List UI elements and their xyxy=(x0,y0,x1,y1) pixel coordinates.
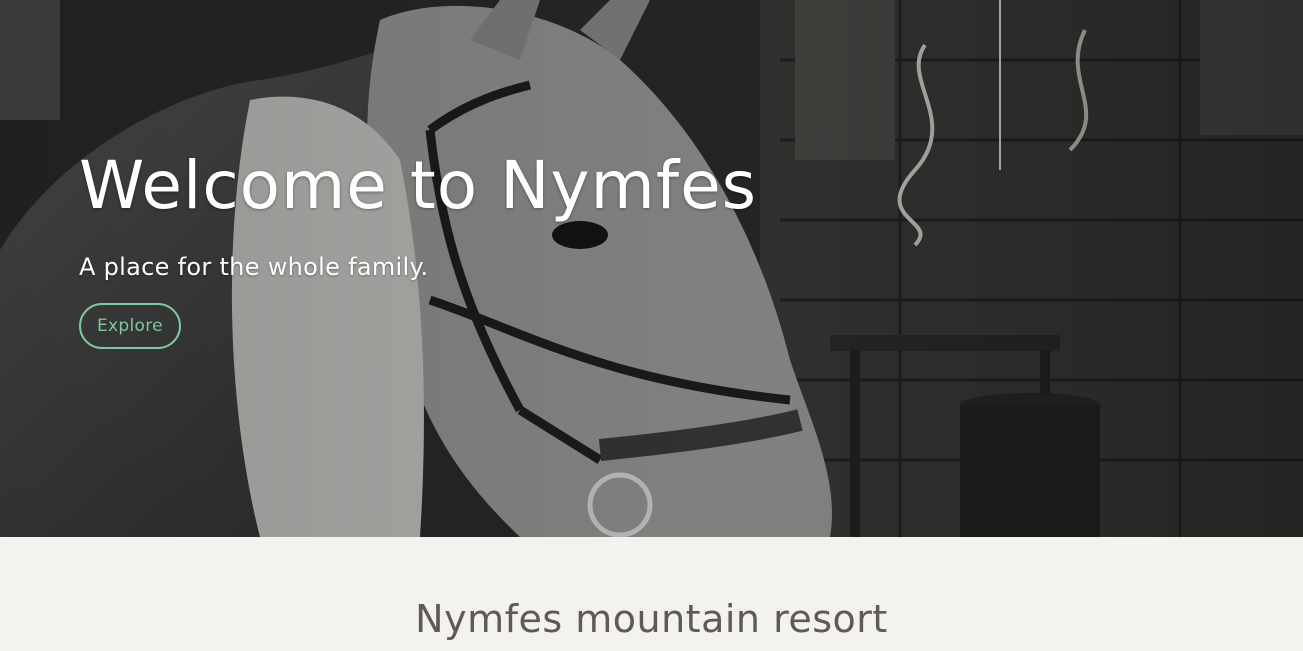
hero-title: Welcome to Nymfes xyxy=(79,147,758,224)
resort-section: Nymfes mountain resort xyxy=(0,537,1303,651)
hero-section: Welcome to Nymfes A place for the whole … xyxy=(0,0,1303,537)
section-title: Nymfes mountain resort xyxy=(415,597,888,641)
hero-subtitle: A place for the whole family. xyxy=(79,252,429,281)
explore-button[interactable]: Explore xyxy=(79,302,181,349)
hero-content: Welcome to Nymfes A place for the whole … xyxy=(79,147,758,349)
